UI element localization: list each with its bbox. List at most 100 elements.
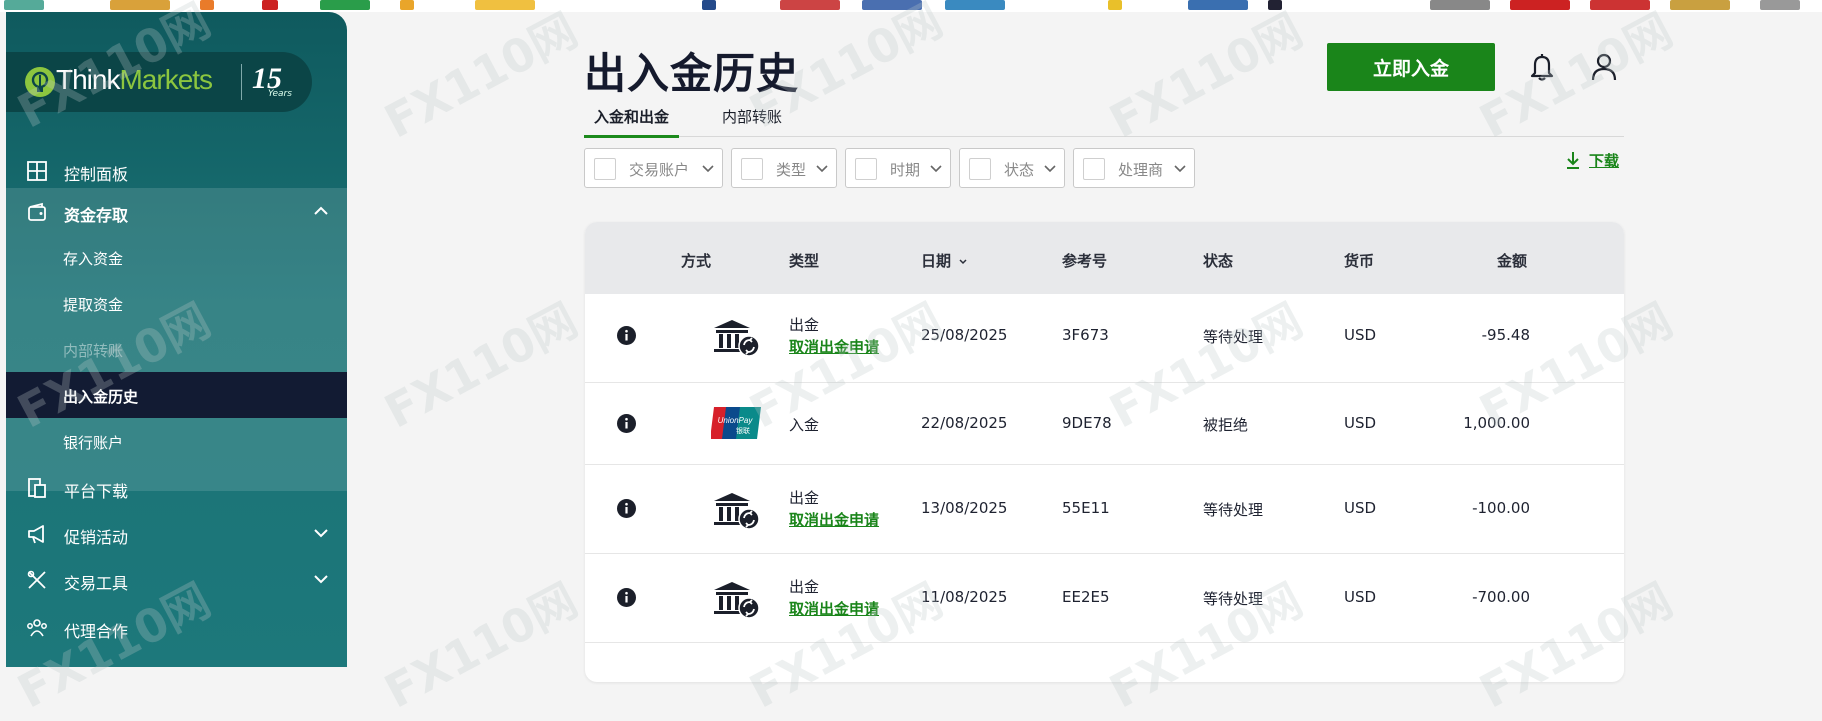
download-link[interactable]: 下载 [1567,150,1619,171]
filter-processor[interactable]: 处理商 [1073,148,1195,188]
cancel-withdrawal-link[interactable]: 取消出金申请 [789,509,879,530]
chevron-up-icon[interactable] [313,203,329,219]
row-type: 出金 [789,489,820,507]
sidebar-item-trading-tools[interactable]: 交易工具 [6,556,347,602]
sort-chevron-icon [959,258,967,264]
bookmark-item[interactable] [945,0,1005,10]
bookmark-item[interactable] [320,0,370,10]
column-header-reference: 参考号 [1062,252,1108,270]
filter-trading-account[interactable]: 交易账户 [584,148,723,188]
column-header-currency: 货币 [1344,252,1375,270]
chevron-down-icon[interactable] [313,571,329,587]
bookmark-item[interactable] [1590,0,1650,10]
filter-checkbox[interactable] [1083,158,1105,180]
user-profile-icon[interactable] [1590,52,1618,82]
cancel-withdrawal-link[interactable]: 取消出金申请 [789,336,879,357]
logo-think-text: Think [56,64,120,95]
chevron-down-icon[interactable] [313,525,329,541]
bookmark-item[interactable] [780,0,840,10]
info-icon[interactable] [617,414,636,433]
row-amount: -95.48 [1481,326,1530,344]
table-header: 方式 类型 日期 参考号 状态 货币 金额 [585,222,1624,294]
bookmark-item[interactable] [862,0,922,10]
sidebar: ThinkMarkets 15 Years 控制面板 资金存取 存入资金 提取资… [6,12,347,667]
sidebar-subitem-internal-transfer[interactable]: 内部转账 [6,326,347,372]
sidebar-subitem-label: 出入金历史 [63,388,139,406]
tools-icon [27,570,46,589]
logo[interactable]: ThinkMarkets 15 Years [6,52,312,112]
tab-internal-transfer[interactable]: 内部转账 [712,104,792,135]
bookmark-item[interactable] [1760,0,1800,10]
row-status: 被拒绝 [1203,416,1249,434]
bookmark-item[interactable] [1510,0,1570,10]
watermark: FX110网 [375,2,586,149]
bookmark-item[interactable] [262,0,278,10]
filter-type[interactable]: 类型 [731,148,837,188]
sidebar-subitem-label: 内部转账 [63,342,124,360]
column-header-date[interactable]: 日期 [921,250,968,271]
sidebar-item-dashboard[interactable]: 控制面板 [6,147,347,193]
deposit-now-button[interactable]: 立即入金 [1327,43,1495,91]
bookmark-item[interactable] [1108,0,1122,10]
sidebar-item-funding[interactable]: 资金存取 [6,188,347,234]
filter-status[interactable]: 状态 [959,148,1065,188]
tab-deposits-withdrawals[interactable]: 入金和出金 [584,104,680,138]
sidebar-item-label: 资金存取 [64,206,129,225]
table-row: 出金 取消出金申请 13/08/2025 55E11 等待处理 USD -100… [585,465,1624,554]
notification-bell-icon[interactable] [1528,52,1556,82]
column-header-status: 状态 [1203,252,1234,270]
sidebar-item-promotions[interactable]: 促销活动 [6,510,347,556]
bank-transfer-icon [714,582,760,619]
filter-checkbox[interactable] [741,158,763,180]
bookmark-item[interactable] [200,0,214,10]
cancel-withdrawal-link[interactable]: 取消出金申请 [789,598,879,619]
filter-checkbox[interactable] [855,158,877,180]
download-platform-icon [28,478,46,498]
bookmark-item[interactable] [475,0,535,10]
sidebar-subitem-history[interactable]: 出入金历史 [6,372,347,418]
sidebar-subitem-deposit[interactable]: 存入资金 [6,234,347,280]
chevron-down-icon [816,165,828,173]
anniversary-years: Years [268,89,292,99]
page-title: 出入金历史 [584,49,800,98]
sidebar-item-platform-download[interactable]: 平台下载 [6,464,347,510]
logo-wordmark: ThinkMarkets [56,64,213,96]
bookmark-item[interactable] [702,0,716,10]
bank-transfer-icon [714,320,760,357]
svg-text:UnionPay: UnionPay [718,416,754,425]
info-icon[interactable] [617,326,636,345]
filter-checkbox[interactable] [969,158,991,180]
filter-period[interactable]: 时期 [845,148,951,188]
sidebar-subitem-withdraw[interactable]: 提取资金 [6,280,347,326]
info-icon[interactable] [617,499,636,518]
row-currency: USD [1344,414,1377,432]
wallet-icon [28,202,46,221]
bookmark-item[interactable] [1430,0,1490,10]
bookmark-item[interactable] [110,0,170,10]
row-date: 25/08/2025 [921,326,1008,344]
column-header-date-label: 日期 [921,252,952,270]
filter-checkbox[interactable] [594,158,616,180]
bookmark-bar [0,0,1822,12]
watermark: FX110网 [375,292,586,439]
sidebar-subitem-bank-accounts[interactable]: 银行账户 [6,418,347,464]
bookmark-item[interactable] [4,0,44,10]
bookmark-item[interactable] [1670,0,1730,10]
bookmark-item[interactable] [1268,0,1282,10]
row-type: 出金 [789,578,820,596]
row-reference: 9DE78 [1062,414,1112,432]
sidebar-item-partners[interactable]: 代理合作 [6,604,347,650]
chevron-down-icon [702,165,714,173]
row-reference: 55E11 [1062,499,1110,517]
info-icon[interactable] [617,588,636,607]
bookmark-item[interactable] [1188,0,1248,10]
row-reference: 3F673 [1062,326,1109,344]
row-date: 13/08/2025 [921,499,1008,517]
filter-label: 类型 [776,161,807,179]
bookmark-item[interactable] [400,0,414,10]
dashboard-icon [27,161,47,181]
row-date: 11/08/2025 [921,588,1008,606]
row-status: 等待处理 [1203,501,1264,519]
chevron-down-icon [1174,165,1186,173]
filter-label: 时期 [890,161,921,179]
